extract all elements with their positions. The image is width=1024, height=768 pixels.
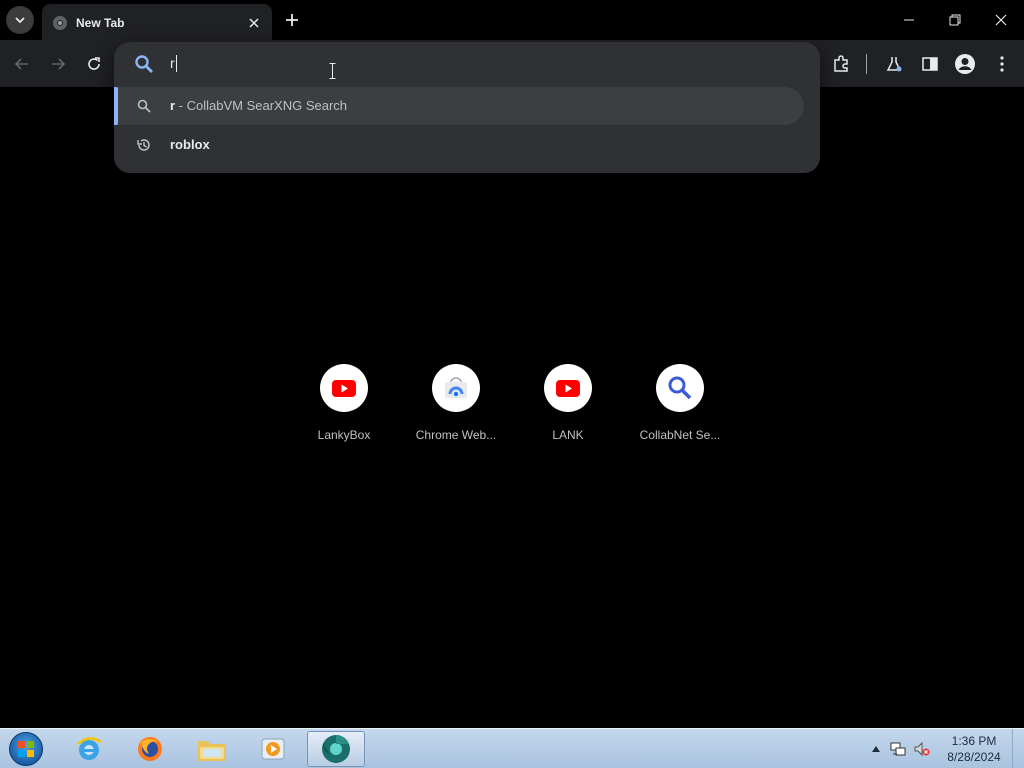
flask-icon	[886, 57, 902, 72]
shortcut-chrome-web-store[interactable]: Chrome Web...	[406, 364, 506, 450]
selection-indicator	[114, 87, 118, 125]
chrome-icon	[322, 735, 350, 763]
shortcut-collabnet-search[interactable]: CollabNet Se...	[630, 364, 730, 450]
firefox-icon	[138, 737, 162, 761]
minimize-icon	[904, 19, 914, 21]
suggestion-row-search[interactable]: r - CollabVM SearXNG Search	[114, 87, 804, 125]
suggestion-row-history[interactable]: roblox	[114, 126, 804, 164]
shortcut-label: LankyBox	[317, 428, 371, 442]
new-tab-button[interactable]	[280, 8, 304, 32]
show-desktop-button[interactable]	[1012, 729, 1024, 768]
shortcut-tile	[544, 364, 592, 412]
shortcut-lank[interactable]: LANK	[518, 364, 618, 450]
suggestion-history-text: roblox	[170, 137, 210, 152]
shortcut-label: LANK	[552, 428, 584, 442]
close-icon	[995, 14, 1007, 26]
close-window-button[interactable]	[978, 0, 1024, 40]
shortcut-label: Chrome Web...	[415, 428, 497, 442]
search-icon	[137, 99, 151, 113]
search-icon	[135, 55, 153, 73]
side-panel-icon	[922, 57, 938, 71]
windows-logo-icon	[9, 732, 43, 766]
address-bar-input[interactable]	[170, 52, 770, 74]
screen: New Tab r r - CollabVM SearXNG Search ro…	[0, 0, 1024, 768]
shortcut-lankybox[interactable]: LankyBox	[294, 364, 394, 450]
tab-new-tab[interactable]: New Tab	[42, 4, 272, 42]
youtube-icon	[556, 379, 580, 397]
network-tray-icon[interactable]	[890, 741, 906, 757]
tab-strip: New Tab	[0, 0, 1024, 42]
shortcut-tile	[432, 364, 480, 412]
chevron-down-icon	[15, 17, 25, 24]
volume-muted-icon	[914, 741, 930, 757]
close-icon[interactable]	[246, 15, 262, 31]
internet-explorer-icon	[77, 737, 102, 760]
puzzle-icon	[834, 55, 848, 72]
clock-date: 8/28/2024	[947, 750, 1001, 764]
arrow-right-icon	[52, 58, 66, 70]
reload-button[interactable]	[82, 52, 106, 76]
profile-button[interactable]	[952, 51, 978, 77]
start-button[interactable]	[6, 731, 46, 767]
text-cursor-icon	[329, 63, 336, 79]
youtube-icon	[332, 379, 356, 397]
media-player-icon	[261, 738, 285, 760]
shortcuts-grid: LankyBox Chrome Web... LANK CollabNet Se…	[300, 364, 740, 454]
plus-icon	[286, 14, 298, 26]
omnibox-dropdown: r - CollabVM SearXNG Search roblox	[114, 42, 820, 173]
taskbar-internet-explorer[interactable]	[60, 731, 118, 767]
side-panel-button[interactable]	[917, 51, 943, 77]
suggestion-suffix: - CollabVM SearXNG Search	[175, 98, 348, 113]
toolbar-divider	[866, 54, 867, 74]
chrome-favicon-icon	[53, 16, 67, 30]
tab-title: New Tab	[76, 16, 125, 30]
reload-icon	[88, 57, 100, 70]
avatar-icon	[955, 54, 975, 74]
volume-tray-icon[interactable]	[914, 741, 930, 757]
chrome-web-store-icon	[445, 377, 467, 398]
system-tray	[866, 733, 946, 765]
taskbar: 1:36 PM 8/28/2024	[0, 728, 1024, 768]
taskbar-clock[interactable]: 1:36 PM 8/28/2024	[940, 733, 1008, 765]
network-icon	[890, 742, 906, 756]
menu-button[interactable]	[989, 51, 1015, 77]
taskbar-chrome[interactable]	[307, 731, 365, 767]
chevron-up-icon	[872, 746, 880, 752]
search-icon	[668, 376, 692, 400]
shortcut-tile	[656, 364, 704, 412]
more-vertical-icon	[1000, 56, 1004, 72]
taskbar-windows-explorer[interactable]	[183, 731, 241, 767]
clock-time: 1:36 PM	[951, 734, 997, 748]
tab-search-button[interactable]	[6, 6, 34, 34]
back-button[interactable]	[10, 52, 34, 76]
extensions-button[interactable]	[828, 51, 854, 77]
shortcut-tile	[320, 364, 368, 412]
folder-icon	[198, 741, 226, 761]
taskbar-media-player[interactable]	[244, 731, 302, 767]
suggestion-text: r - CollabVM SearXNG Search	[170, 98, 347, 113]
labs-button[interactable]	[881, 51, 907, 77]
restore-icon	[949, 14, 961, 26]
arrow-left-icon	[14, 58, 28, 70]
shortcut-label: CollabNet Se...	[639, 428, 721, 442]
show-hidden-icons-button[interactable]	[868, 741, 884, 757]
restore-button[interactable]	[932, 0, 978, 40]
text-caret	[176, 55, 177, 72]
minimize-button[interactable]	[886, 0, 932, 40]
history-icon	[137, 139, 150, 151]
taskbar-firefox[interactable]	[121, 731, 179, 767]
forward-button[interactable]	[46, 52, 70, 76]
omnibox-input-row[interactable]	[114, 42, 820, 84]
